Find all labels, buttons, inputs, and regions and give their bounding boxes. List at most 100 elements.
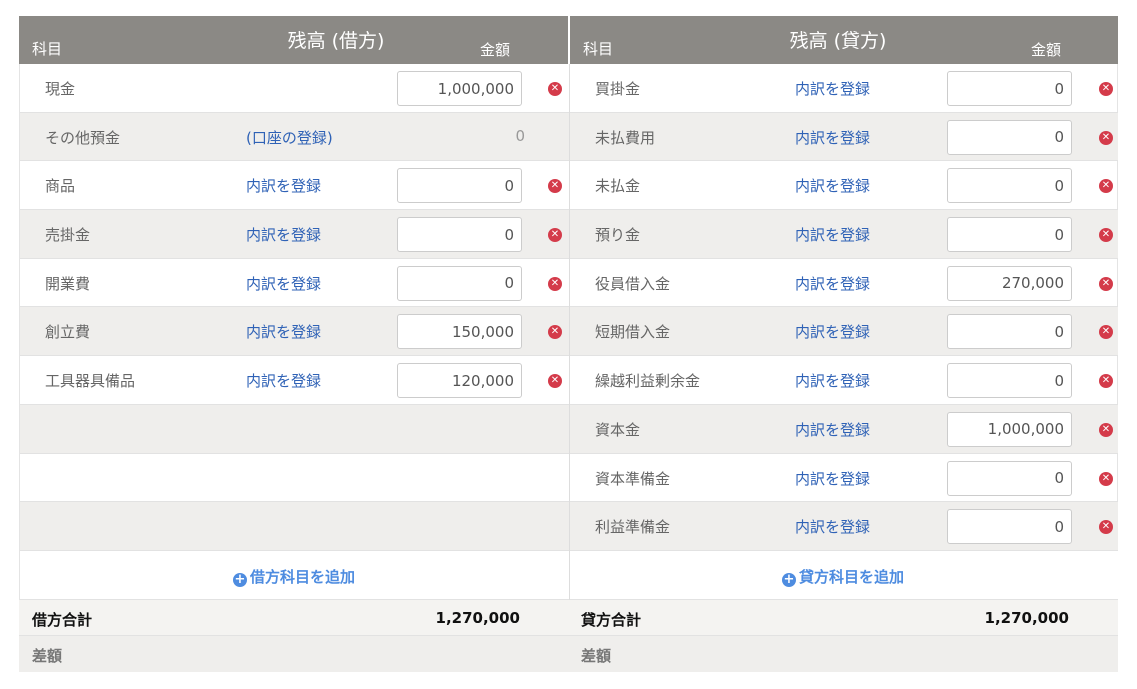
credit-total-value: 1,270,000 (984, 609, 1069, 627)
credit-diff-label: 差額 (581, 647, 612, 665)
register-breakdown-link[interactable]: 内訳を登録 (795, 321, 870, 342)
register-breakdown-link[interactable]: 内訳を登録 (795, 127, 870, 148)
table-header: 科目 残高 (借方) 金額 科目 残高 (貸方) 金額 (19, 16, 1118, 64)
table-row: 預り金 内訳を登録 ✕ (570, 210, 1118, 259)
add-account-label: 貸方科目を追加 (799, 567, 905, 586)
credit-total-label: 貸方合計 (581, 611, 642, 629)
credit-account-label: 買掛金 (595, 80, 641, 98)
credit-amount-input[interactable] (947, 217, 1072, 253)
table-row: その他預金 (口座の登録) 0 (20, 112, 569, 162)
debit-account-label: 工具器具備品 (45, 372, 136, 391)
debit-amount-input[interactable] (397, 71, 522, 106)
debit-amount-input[interactable] (397, 217, 522, 253)
credit-account-label: 未払費用 (595, 128, 656, 147)
table-row: 資本準備金 内訳を登録 ✕ (570, 454, 1118, 503)
plus-circle-icon: + (233, 571, 247, 587)
debit-amount-value: 0 (515, 126, 525, 145)
credit-account-label: 未払金 (595, 177, 641, 196)
table-row: 買掛金 内訳を登録 ✕ (570, 64, 1118, 113)
table-row: 資本金 内訳を登録 ✕ (570, 404, 1118, 454)
remove-circle-icon[interactable]: ✕ (1099, 276, 1113, 291)
remove-circle-icon[interactable]: ✕ (548, 228, 562, 243)
table-row: 工具器具備品 内訳を登録 ✕ (20, 356, 569, 405)
remove-circle-icon[interactable]: ✕ (548, 276, 562, 291)
table-row (20, 502, 569, 551)
remove-circle-icon[interactable]: ✕ (1099, 82, 1113, 96)
remove-circle-icon[interactable]: ✕ (1099, 228, 1113, 243)
register-breakdown-link[interactable]: 内訳を登録 (246, 273, 321, 294)
credit-account-label: 短期借入金 (595, 323, 671, 342)
debit-amount-input[interactable] (397, 168, 522, 204)
register-breakdown-link[interactable]: 内訳を登録 (795, 370, 870, 391)
add-credit-account-button[interactable]: + 貸方科目を追加 (782, 566, 904, 587)
debit-side: 現金✕その他預金(口座の登録)0商品内訳を登録✕売掛金内訳を登録✕開業費内訳を登… (20, 64, 569, 600)
debit-amount-input[interactable] (397, 314, 522, 350)
add-account-label: 借方科目を追加 (250, 567, 356, 586)
table-row: 売掛金 内訳を登録 ✕ (20, 210, 569, 259)
debit-account-label: 開業費 (45, 274, 91, 293)
register-breakdown-link[interactable]: 内訳を登録 (246, 370, 321, 391)
debit-total-label: 借方合計 (32, 611, 93, 629)
register-breakdown-link[interactable]: 内訳を登録 (795, 175, 870, 196)
remove-circle-icon[interactable]: ✕ (548, 179, 562, 194)
remove-circle-icon[interactable]: ✕ (1099, 179, 1113, 194)
credit-amount-input[interactable] (947, 265, 1072, 301)
register-breakdown-link[interactable]: 内訳を登録 (795, 273, 870, 294)
remove-circle-icon[interactable]: ✕ (548, 374, 562, 389)
diff-row: 差額 差額 (19, 636, 1118, 672)
remove-circle-icon[interactable]: ✕ (1099, 520, 1113, 535)
register-breakdown-link[interactable]: 内訳を登録 (246, 175, 321, 196)
register-breakdown-link[interactable]: 内訳を登録 (795, 419, 870, 440)
credit-amount-input[interactable] (947, 314, 1072, 350)
totals-row: 借方合計 1,270,000 貸方合計 1,270,000 (19, 600, 1118, 636)
credit-amount-input[interactable] (947, 363, 1072, 399)
debit-diff-label: 差額 (32, 647, 63, 665)
table-row: 未払費用 内訳を登録 ✕ (570, 112, 1118, 162)
debit-amount-input[interactable] (397, 363, 522, 399)
credit-amount-input[interactable] (947, 168, 1072, 204)
table-row: 利益準備金 内訳を登録 ✕ (570, 502, 1118, 551)
table-row: 役員借入金 内訳を登録 ✕ (570, 259, 1118, 308)
credit-add-row: + 貸方科目を追加 (570, 550, 1118, 600)
table-row: 開業費 内訳を登録 ✕ (20, 259, 569, 308)
remove-circle-icon[interactable]: ✕ (1099, 374, 1113, 389)
table-row: 創立費 内訳を登録 ✕ (20, 307, 569, 357)
credit-account-label: 利益準備金 (595, 518, 671, 537)
register-breakdown-link[interactable]: 内訳を登録 (795, 468, 870, 489)
credit-amount-input[interactable] (947, 460, 1072, 496)
remove-circle-icon[interactable]: ✕ (1099, 325, 1113, 340)
credit-header-title: 残高 (貸方) (789, 30, 887, 52)
remove-circle-icon[interactable]: ✕ (548, 82, 562, 96)
debit-account-label: 売掛金 (45, 226, 91, 245)
table-row: 未払金 内訳を登録 ✕ (570, 161, 1118, 211)
remove-circle-icon[interactable]: ✕ (1099, 422, 1113, 437)
debit-amount-input[interactable] (397, 265, 522, 301)
credit-account-label: 資本金 (595, 420, 641, 439)
register-breakdown-link[interactable]: 内訳を登録 (795, 78, 870, 99)
register-account-link[interactable]: (口座の登録) (246, 127, 333, 148)
credit-account-label: 預り金 (595, 226, 641, 245)
remove-circle-icon[interactable]: ✕ (548, 325, 562, 340)
credit-total: 貸方合計 1,270,000 (568, 600, 1118, 636)
credit-amount-input[interactable] (947, 411, 1072, 447)
credit-amount-input[interactable] (947, 509, 1072, 545)
credit-amount-input[interactable] (947, 119, 1072, 155)
credit-account-label: 資本準備金 (595, 469, 671, 488)
add-debit-account-button[interactable]: + 借方科目を追加 (233, 566, 355, 587)
table-row (20, 404, 569, 454)
table-body: 現金✕その他預金(口座の登録)0商品内訳を登録✕売掛金内訳を登録✕開業費内訳を登… (19, 64, 1118, 600)
debit-total-value: 1,270,000 (435, 609, 520, 627)
credit-amount-input[interactable] (947, 71, 1072, 106)
register-breakdown-link[interactable]: 内訳を登録 (795, 516, 870, 537)
remove-circle-icon[interactable]: ✕ (1099, 471, 1113, 486)
credit-header: 科目 残高 (貸方) 金額 (568, 16, 1117, 64)
register-breakdown-link[interactable]: 内訳を登録 (246, 321, 321, 342)
register-breakdown-link[interactable]: 内訳を登録 (795, 224, 870, 245)
remove-circle-icon[interactable]: ✕ (1099, 130, 1113, 145)
register-breakdown-link[interactable]: 内訳を登録 (246, 224, 321, 245)
credit-account-label: 繰越利益剰余金 (595, 372, 701, 391)
debit-add-row: + 借方科目を追加 (20, 550, 569, 600)
table-row: 商品 内訳を登録 ✕ (20, 161, 569, 211)
balance-table: 科目 残高 (借方) 金額 科目 残高 (貸方) 金額 現金 ✕ その他預金 (口座の… (19, 16, 1118, 672)
debit-account-label: 現金 (45, 80, 76, 98)
